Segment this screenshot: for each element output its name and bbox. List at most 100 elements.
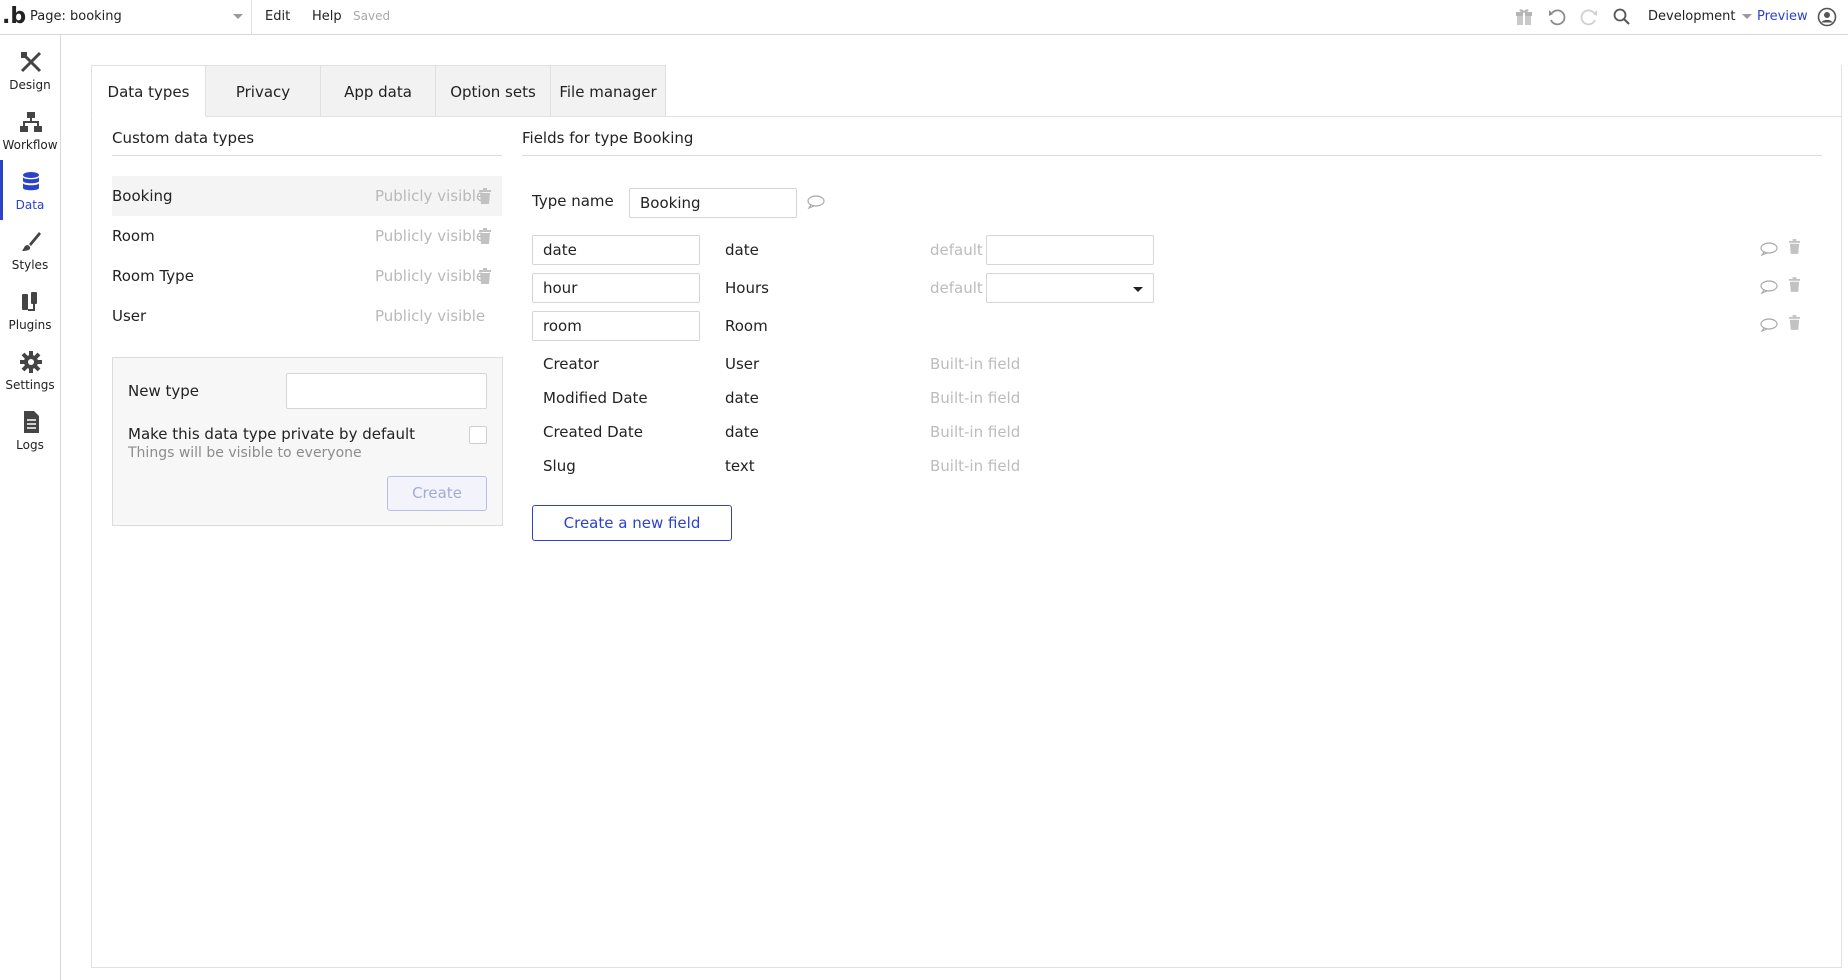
left-sidebar: Design Workflow Data Styles Plugins Sett… (0, 35, 61, 980)
fields-title: Fields for type Booking (522, 129, 694, 147)
sidebar-item-plugins[interactable]: Plugins (0, 280, 60, 340)
account-icon[interactable] (1817, 7, 1837, 27)
chevron-down-icon (1741, 14, 1752, 19)
plug-icon (22, 292, 37, 311)
trash-icon[interactable] (1788, 239, 1801, 254)
tab-privacy[interactable]: Privacy (206, 65, 321, 117)
builtin-field-tag: Built-in field (930, 389, 1021, 407)
new-type-label: New type (128, 382, 199, 400)
data-type-visibility: Publicly visible (375, 227, 486, 245)
preview-link[interactable]: Preview (1757, 0, 1808, 33)
sidebar-item-workflow[interactable]: Workflow (0, 100, 60, 160)
type-name-label: Type name (532, 192, 614, 210)
sidebar-item-label: Design (9, 78, 51, 92)
trash-icon[interactable] (478, 228, 492, 244)
data-type-row[interactable]: Room Publicly visible (112, 216, 502, 256)
data-type-name: Booking (112, 187, 173, 205)
builtin-field-type: date (725, 423, 759, 441)
page-selector[interactable]: Page: booking (30, 0, 252, 34)
brush-icon (22, 232, 41, 251)
data-type-visibility: Publicly visible (375, 307, 486, 325)
builtin-field-name: Modified Date (543, 389, 648, 407)
sidebar-item-label: Workflow (2, 138, 58, 152)
gift-icon[interactable] (1514, 7, 1534, 27)
private-default-hint: Things will be visible to everyone (128, 445, 362, 461)
type-name-input[interactable]: Booking (629, 188, 797, 218)
data-type-visibility: Publicly visible (375, 187, 486, 205)
undo-icon[interactable] (1547, 7, 1567, 27)
chevron-down-icon (233, 14, 243, 19)
builtin-field-name: Creator (543, 355, 599, 373)
redo-icon[interactable] (1579, 7, 1599, 27)
field-name-input[interactable]: date (532, 235, 700, 265)
comment-icon[interactable] (1760, 242, 1778, 256)
field-default-label: default (930, 279, 983, 297)
page-selector-label: Page: booking (30, 9, 122, 24)
section-divider (112, 155, 502, 156)
data-type-row[interactable]: Booking Publicly visible (112, 176, 502, 216)
field-name-input[interactable]: hour (532, 273, 700, 303)
sidebar-item-styles[interactable]: Styles (0, 220, 60, 280)
data-type-name: User (112, 307, 147, 325)
builtin-field-type: text (725, 457, 755, 475)
data-type-visibility: Publicly visible (375, 267, 486, 285)
tab-data-types[interactable]: Data types (91, 65, 206, 117)
workflow-icon (20, 112, 42, 132)
data-type-name: Room (112, 227, 155, 245)
comment-icon[interactable] (807, 195, 825, 209)
private-default-label: Make this data type private by default (128, 425, 415, 443)
sidebar-item-design[interactable]: Design (0, 40, 60, 100)
menu-edit[interactable]: Edit (265, 0, 290, 33)
field-type[interactable]: Room (725, 317, 768, 335)
trash-icon[interactable] (478, 188, 492, 204)
builtin-field-name: Slug (543, 457, 576, 475)
section-divider (522, 155, 1822, 156)
environment-label: Development (1648, 9, 1736, 24)
create-new-field-button[interactable]: Create a new field (532, 505, 732, 541)
search-icon[interactable] (1612, 7, 1632, 27)
sidebar-item-logs[interactable]: Logs (0, 400, 60, 460)
gear-icon (20, 351, 42, 373)
tab-app-data[interactable]: App data (321, 65, 436, 117)
data-type-name: Room Type (112, 267, 194, 285)
database-icon (23, 172, 39, 191)
trash-icon[interactable] (478, 268, 492, 284)
tab-option-sets[interactable]: Option sets (436, 65, 551, 117)
new-type-input[interactable] (286, 373, 487, 409)
field-default-dropdown[interactable] (986, 273, 1154, 303)
data-type-row[interactable]: Room Type Publicly visible (112, 256, 502, 296)
design-icon (20, 51, 42, 73)
builtin-field-type: User (725, 355, 760, 373)
document-icon (24, 411, 39, 433)
sidebar-item-settings[interactable]: Settings (0, 340, 60, 400)
custom-types-title: Custom data types (112, 129, 255, 147)
comment-icon[interactable] (1760, 280, 1778, 294)
sidebar-item-label: Logs (16, 438, 44, 452)
field-name-input[interactable]: room (532, 311, 700, 341)
tab-file-manager[interactable]: File manager (551, 65, 666, 117)
sidebar-item-data[interactable]: Data (0, 160, 60, 220)
environment-selector[interactable]: Development (1648, 0, 1752, 33)
sidebar-item-label: Settings (5, 378, 55, 392)
sidebar-item-label: Plugins (8, 318, 52, 332)
private-default-checkbox[interactable] (469, 426, 487, 444)
trash-icon[interactable] (1788, 277, 1801, 292)
new-type-form: New type Make this data type private by … (112, 357, 503, 526)
tabs-divider (666, 116, 1842, 117)
field-default-label: default (930, 241, 983, 259)
builtin-field-tag: Built-in field (930, 423, 1021, 441)
field-type[interactable]: date (725, 241, 759, 259)
field-default-input[interactable] (986, 235, 1154, 265)
builtin-field-tag: Built-in field (930, 355, 1021, 373)
trash-icon[interactable] (1788, 315, 1801, 330)
comment-icon[interactable] (1760, 318, 1778, 332)
data-type-row[interactable]: User Publicly visible (112, 296, 502, 336)
sidebar-item-label: Styles (11, 258, 49, 272)
save-status: Saved (353, 9, 391, 23)
field-type[interactable]: Hours (725, 279, 769, 297)
builtin-field-type: date (725, 389, 759, 407)
create-type-button[interactable]: Create (387, 476, 487, 511)
menu-help[interactable]: Help (312, 0, 342, 33)
builtin-field-tag: Built-in field (930, 457, 1021, 475)
bubble-logo[interactable]: .b (2, 4, 26, 30)
